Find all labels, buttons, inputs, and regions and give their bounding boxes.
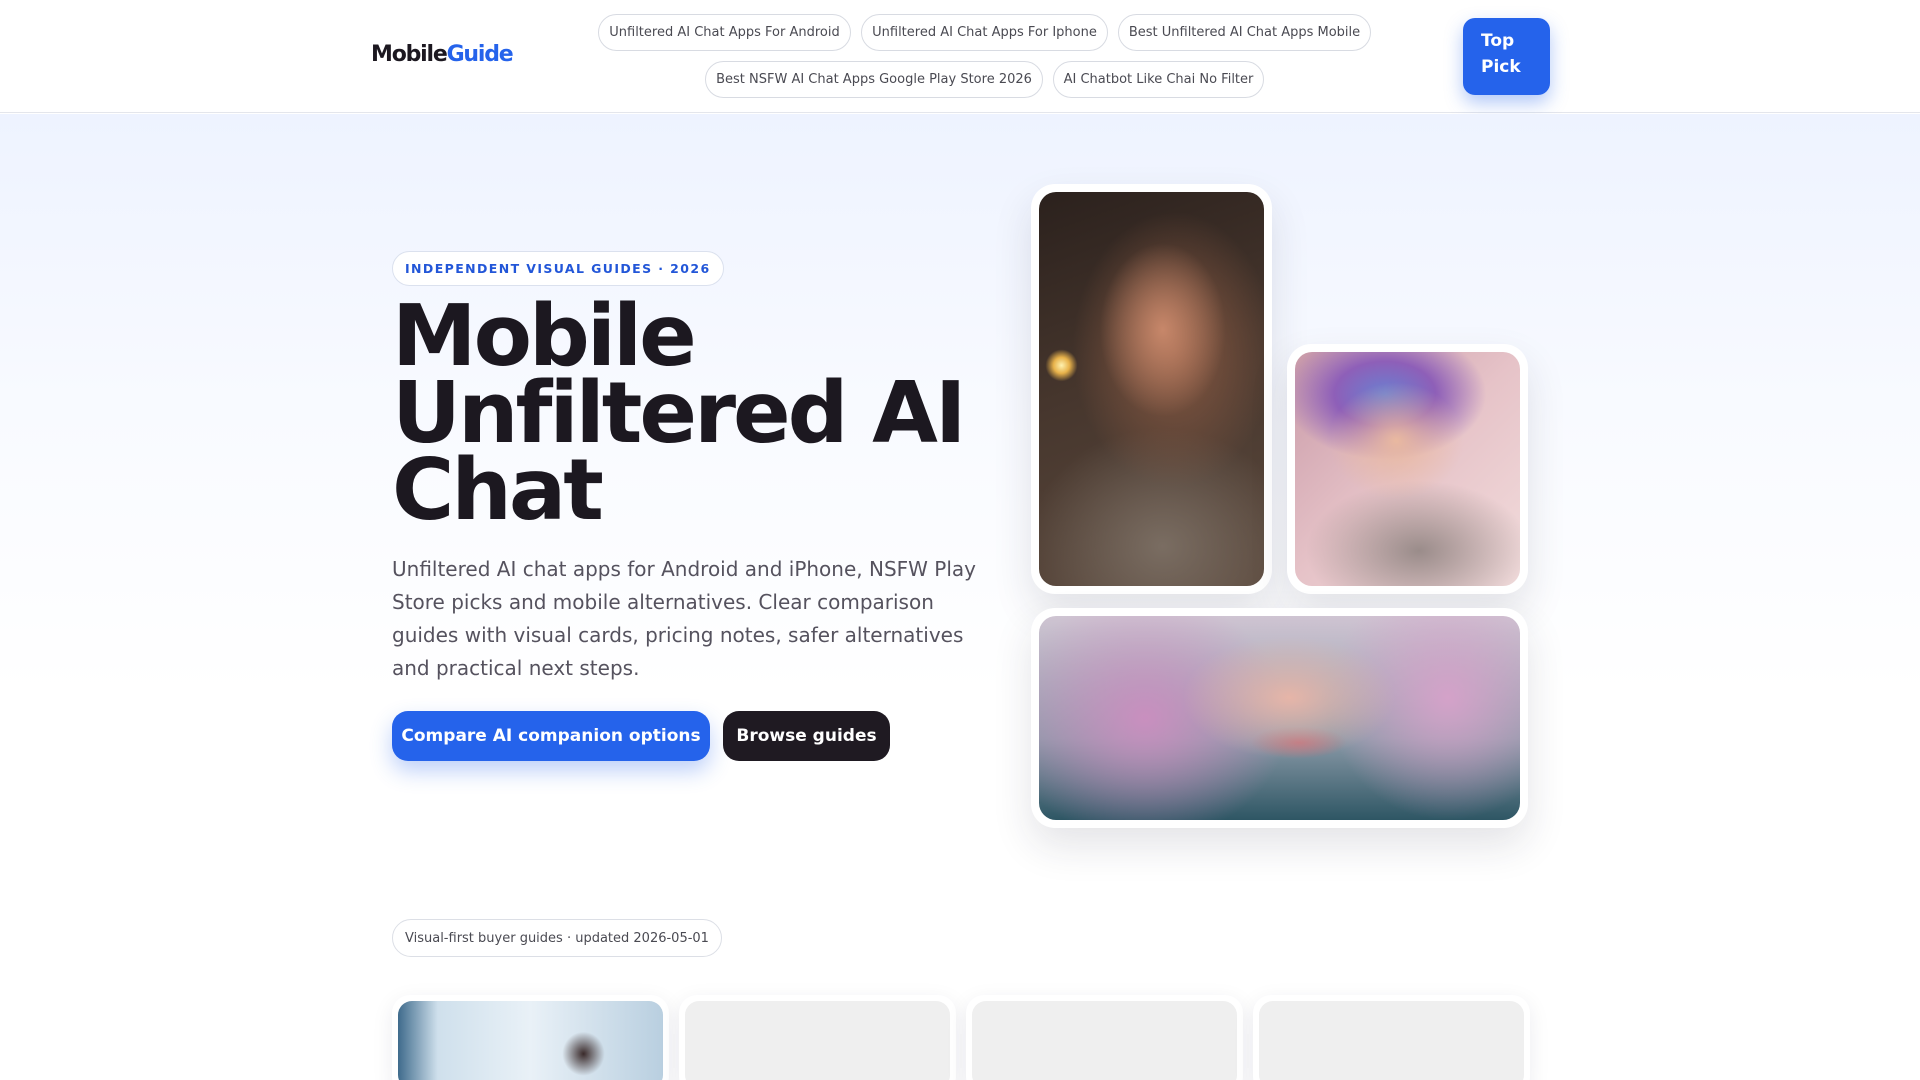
logo-text-guide: Guide [446,42,514,67]
guide-card-image-placeholder [972,1001,1237,1080]
guide-card-3[interactable] [966,995,1243,1080]
site-logo[interactable]: MobileGuide [371,42,514,67]
guide-card-1[interactable] [392,995,669,1080]
hero-image-card-3 [1031,608,1528,828]
hero-title-line3: Chat [392,441,604,540]
guides-updated-badge: Visual-first buyer guides · updated 2026… [392,919,722,957]
browse-guides-button[interactable]: Browse guides [723,711,890,761]
site-header: MobileGuide Unfiltered AI Chat Apps For … [0,0,1920,113]
closeup-image-pink-hair-woman [1039,616,1520,820]
logo-text-mobile: Mobile [371,42,448,67]
guide-card-image [398,1001,663,1080]
top-pick-label-line1: Top [1481,31,1515,51]
nav-link-iphone[interactable]: Unfiltered AI Chat Apps For Iphone [861,14,1108,51]
nav-link-nsfw-play-store[interactable]: Best NSFW AI Chat Apps Google Play Store… [705,61,1043,98]
nav-link-chai-alternative[interactable]: AI Chatbot Like Chai No Filter [1053,61,1264,98]
nav-link-best-mobile[interactable]: Best Unfiltered AI Chat Apps Mobile [1118,14,1371,51]
portrait-image-freckled-woman [1039,192,1264,586]
hero-title: Mobile Unfiltered AI Chat [392,294,992,540]
hero-description: Unfiltered AI chat apps for Android and … [392,557,976,680]
guide-card-2[interactable] [679,995,956,1080]
hero-image-card-1 [1031,184,1272,594]
portrait-image-blue-hair-woman [1295,352,1520,586]
guide-card-image-placeholder [685,1001,950,1080]
guide-card-image-placeholder [1259,1001,1524,1080]
nav-link-android[interactable]: Unfiltered AI Chat Apps For Android [598,14,851,51]
top-pick-button[interactable]: Top Pick [1463,18,1550,95]
top-pick-label-line2: Pick [1481,57,1521,77]
hero-eyebrow-badge: INDEPENDENT VISUAL GUIDES · 2026 [392,251,724,286]
hero-image-card-2 [1287,344,1528,594]
compare-options-button[interactable]: Compare AI companion options [392,711,710,761]
guide-card-4[interactable] [1253,995,1530,1080]
